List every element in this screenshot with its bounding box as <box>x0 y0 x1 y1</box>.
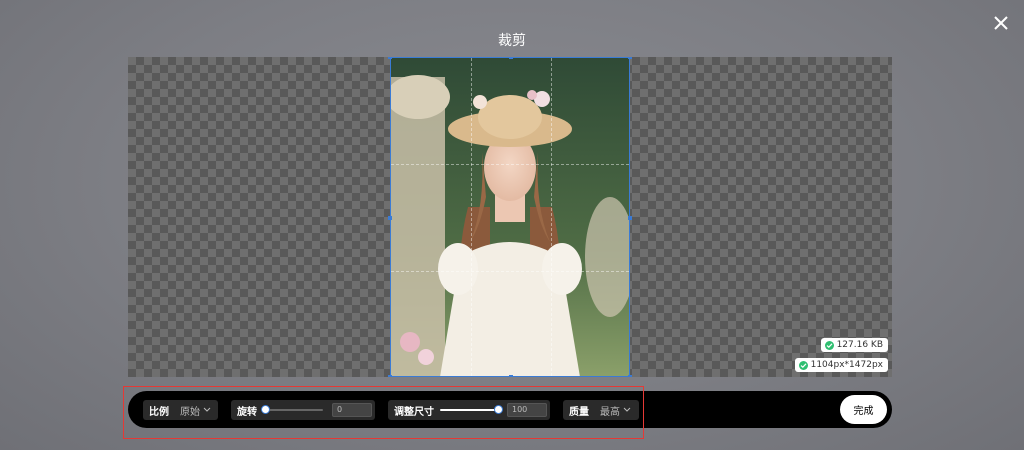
crop-handle-top-right[interactable] <box>628 57 632 59</box>
done-button[interactable]: 完成 <box>840 395 887 424</box>
crop-grid-line <box>551 58 552 376</box>
crop-handle-top-left[interactable] <box>388 57 392 59</box>
crop-handle-left[interactable] <box>388 216 392 220</box>
dimensions-badge: 1104px*1472px <box>794 358 888 372</box>
crop-frame[interactable] <box>388 57 632 377</box>
crop-grid-line <box>391 271 629 272</box>
crop-handle-bottom[interactable] <box>509 375 513 377</box>
crop-canvas[interactable]: 127.16 KB 1104px*1472px <box>128 57 892 377</box>
highlight-box <box>123 386 644 439</box>
crop-handle-bottom-left[interactable] <box>388 375 392 377</box>
crop-grid-line <box>391 164 629 165</box>
file-size-text: 127.16 KB <box>836 340 883 350</box>
check-icon <box>824 340 834 350</box>
crop-grid-line <box>471 58 472 376</box>
close-button[interactable] <box>990 12 1012 34</box>
check-icon <box>798 360 808 370</box>
crop-handle-top[interactable] <box>509 57 513 59</box>
crop-handle-bottom-right[interactable] <box>628 375 632 377</box>
close-icon <box>994 16 1008 30</box>
dialog-title: 裁剪 <box>498 33 526 49</box>
file-size-badge: 127.16 KB <box>820 338 888 352</box>
crop-handle-right[interactable] <box>628 216 632 220</box>
dimensions-text: 1104px*1472px <box>810 360 883 370</box>
